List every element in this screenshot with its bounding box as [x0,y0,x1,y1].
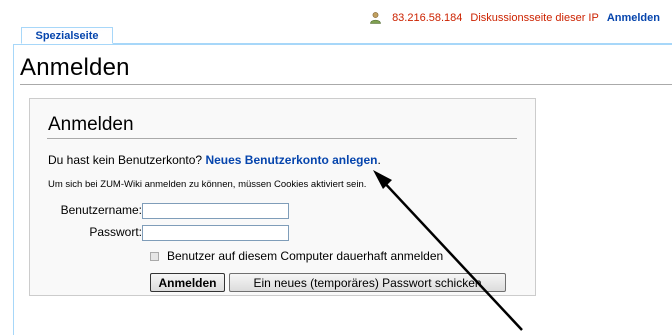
annotation-arrow [373,170,523,331]
